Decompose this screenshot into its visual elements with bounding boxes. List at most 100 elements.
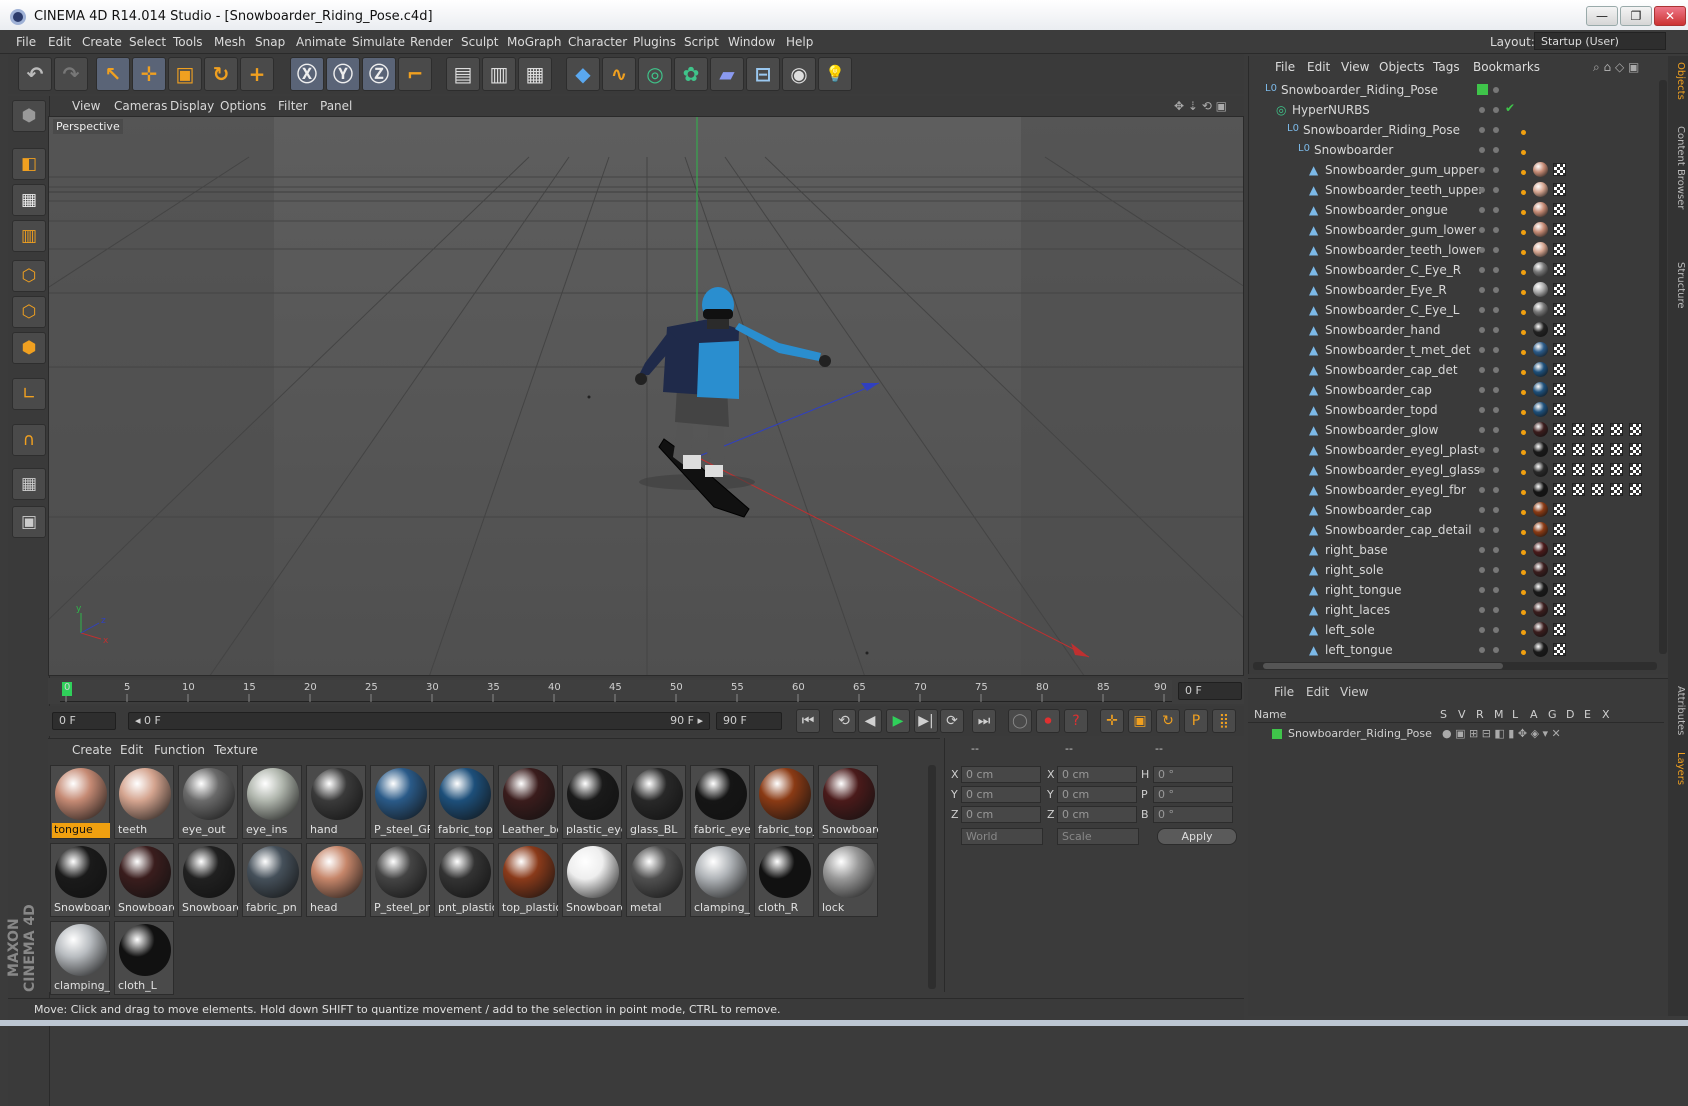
phong-tag-icon[interactable] [1521, 190, 1526, 195]
editor-visibility-dot[interactable] [1479, 287, 1485, 293]
layer-col-a[interactable]: A [1530, 708, 1538, 721]
key-scale-icon[interactable]: ▣ [1128, 709, 1152, 733]
render-visibility-dot[interactable] [1493, 547, 1499, 553]
editor-visibility-dot[interactable] [1479, 627, 1485, 633]
polygons-mode-icon[interactable]: ⬢ [12, 332, 46, 364]
editor-visibility-dot[interactable] [1479, 507, 1485, 513]
material-swatch[interactable]: P_steel_GP [370, 765, 430, 839]
phong-tag-icon[interactable] [1521, 470, 1526, 475]
mat-menu-function[interactable]: Function [154, 743, 205, 757]
phong-tag-icon[interactable] [1521, 510, 1526, 515]
mat-menu-create[interactable]: Create [72, 743, 112, 757]
coord-size-x-field[interactable]: 0 cm [1057, 766, 1137, 783]
render-visibility-dot[interactable] [1493, 587, 1499, 593]
texture-tag-icon[interactable] [1553, 443, 1566, 456]
material-swatch[interactable]: metal [626, 843, 686, 917]
material-swatch[interactable]: Snowboarc [562, 843, 622, 917]
render-visibility-dot[interactable] [1493, 367, 1499, 373]
editor-visibility-dot[interactable] [1479, 547, 1485, 553]
object-scrollbar[interactable] [1659, 80, 1667, 654]
render-visibility-dot[interactable] [1493, 167, 1499, 173]
render-visibility-dot[interactable] [1493, 147, 1499, 153]
coord-rot-p-field[interactable]: 0 ° [1153, 786, 1233, 803]
render-visibility-dot[interactable] [1493, 467, 1499, 473]
texture-tag-icon[interactable] [1553, 523, 1566, 536]
mat-menu-texture[interactable]: Texture [214, 743, 258, 757]
texture-tag-icon[interactable] [1553, 463, 1566, 476]
record-keys-icon[interactable]: ◯ [1008, 709, 1032, 733]
menu-snap[interactable]: Snap [255, 35, 285, 49]
layer-menu-file[interactable]: File [1274, 685, 1294, 699]
layer-col-e[interactable]: E [1584, 708, 1591, 721]
menu-file[interactable]: File [16, 35, 36, 49]
material-swatch[interactable]: fabric_top_ [754, 765, 814, 839]
object-row[interactable]: ▲ Snowboarder_cap_detail [1249, 520, 1657, 540]
coord-size-y-field[interactable]: 0 cm [1057, 786, 1137, 803]
material-swatch[interactable]: P_steel_pnt [370, 843, 430, 917]
phong-tag-icon[interactable] [1521, 290, 1526, 295]
texture-tag-icon[interactable] [1553, 403, 1566, 416]
render-visibility-dot[interactable] [1493, 267, 1499, 273]
render-visibility-dot[interactable] [1493, 207, 1499, 213]
phong-tag-icon[interactable] [1521, 310, 1526, 315]
render-visibility-dot[interactable] [1493, 567, 1499, 573]
viewport-nav-icons[interactable]: ✥ ⇣ ⟲ ▣ [1174, 99, 1227, 113]
menu-create[interactable]: Create [82, 35, 122, 49]
object-hscroll-thumb[interactable] [1263, 663, 1503, 669]
menu-animate[interactable]: Animate [296, 35, 346, 49]
axis-mode-icon[interactable]: ∟ [12, 378, 46, 410]
phong-tag-icon[interactable] [1521, 610, 1526, 615]
array-icon[interactable]: ✿ [674, 57, 708, 91]
object-row[interactable]: ▲ Snowboarder_eyegl_plast [1249, 440, 1657, 460]
phong-tag-icon[interactable] [1521, 530, 1526, 535]
layer-col-l[interactable]: L [1512, 708, 1518, 721]
phong-tag-icon[interactable] [1521, 490, 1526, 495]
prev-frame-icon[interactable]: ◀ [858, 709, 882, 733]
material-tag[interactable] [1533, 322, 1548, 337]
vp-menu-view[interactable]: View [72, 99, 100, 113]
phong-tag-icon[interactable] [1521, 370, 1526, 375]
object-hscrollbar[interactable] [1253, 662, 1657, 670]
layer-color-tag[interactable] [1477, 84, 1488, 95]
material-swatch[interactable]: eye_ins [242, 765, 302, 839]
side-tab-objects[interactable]: Objects [1670, 62, 1686, 100]
texture-tag-icon[interactable] [1553, 323, 1566, 336]
snap-settings-icon[interactable]: ▣ [12, 506, 46, 538]
menu-script[interactable]: Script [684, 35, 719, 49]
editor-visibility-dot[interactable] [1479, 307, 1485, 313]
edges-mode-icon[interactable]: ⬡ [12, 296, 46, 328]
texture-tag-icon[interactable] [1572, 443, 1585, 456]
texture-tag-icon[interactable] [1553, 203, 1566, 216]
texture-tag-icon[interactable] [1553, 583, 1566, 596]
spline-icon[interactable]: ∿ [602, 57, 636, 91]
vp-menu-panel[interactable]: Panel [320, 99, 352, 113]
maximize-button[interactable]: ❐ [1620, 6, 1652, 26]
editor-visibility-dot[interactable] [1479, 207, 1485, 213]
key-position-icon[interactable]: ✛ [1100, 709, 1124, 733]
material-swatch[interactable]: glass_BL [626, 765, 686, 839]
texture-tag-icon[interactable] [1553, 423, 1566, 436]
texture-tag-icon[interactable] [1591, 423, 1604, 436]
layout-select[interactable]: Startup (User) [1534, 32, 1666, 50]
prev-key-icon[interactable]: ⟲ [832, 709, 856, 733]
material-swatch[interactable]: head [306, 843, 366, 917]
material-swatch[interactable]: top_plastic [498, 843, 558, 917]
material-tag[interactable] [1533, 622, 1548, 637]
material-tag[interactable] [1533, 402, 1548, 417]
end-frame-field[interactable]: 90 F [716, 712, 782, 730]
editor-visibility-dot[interactable] [1479, 327, 1485, 333]
phong-tag-icon[interactable] [1521, 570, 1526, 575]
texture-tag-icon[interactable] [1610, 423, 1623, 436]
material-swatch[interactable]: Snowboarc [818, 765, 878, 839]
material-tag[interactable] [1533, 642, 1548, 657]
obj-menu-bookmarks[interactable]: Bookmarks [1473, 60, 1540, 74]
texture-tag-icon[interactable] [1553, 503, 1566, 516]
obj-menu-file[interactable]: File [1275, 60, 1295, 74]
editor-visibility-dot[interactable] [1479, 387, 1485, 393]
object-row[interactable]: ▲ Snowboarder_gum_lower [1249, 220, 1657, 240]
texture-tag-icon[interactable] [1629, 483, 1642, 496]
phong-tag-icon[interactable] [1521, 590, 1526, 595]
goto-end-icon[interactable]: ⏭ [972, 709, 996, 733]
camera-icon[interactable]: ◉ [782, 57, 816, 91]
render-visibility-dot[interactable] [1493, 247, 1499, 253]
